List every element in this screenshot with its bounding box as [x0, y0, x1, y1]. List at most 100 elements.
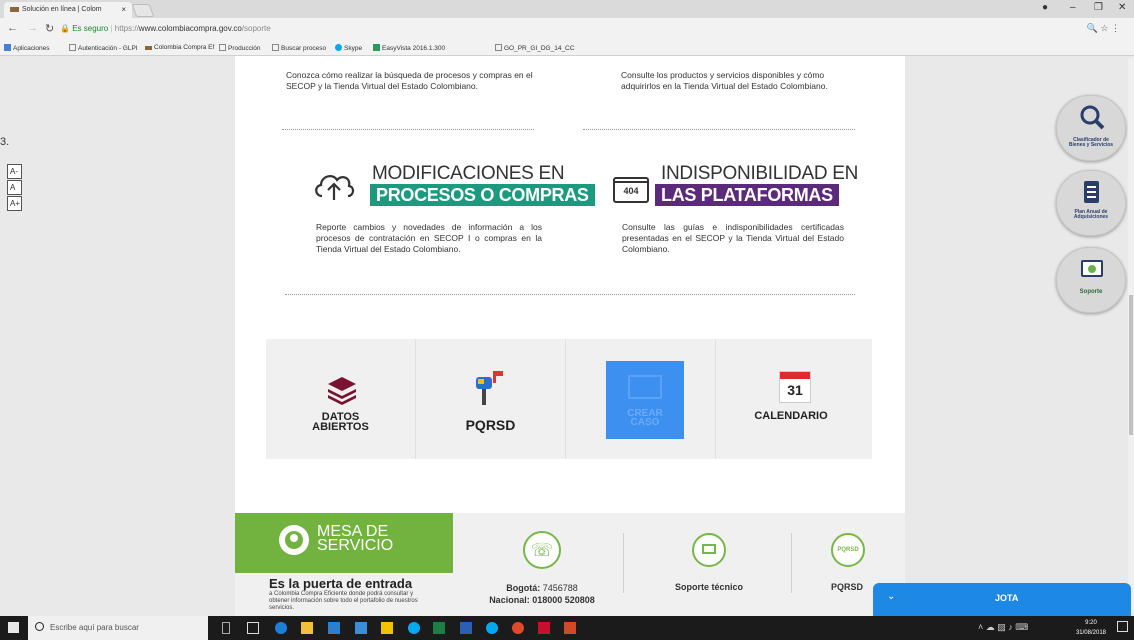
restore-icon[interactable]: ❐: [1094, 2, 1103, 13]
feature-title: INDISPONIBILIDAD EN: [661, 163, 859, 184]
chat-title: JOTA: [995, 593, 1019, 603]
tab-bar: Solución en línea | Colom × ● – ❐ ✕: [0, 0, 1134, 18]
people-icon[interactable]: [355, 622, 367, 634]
crear-caso-highlight: CREAR CASO: [606, 361, 684, 439]
page-icon: [69, 44, 76, 51]
feature-banner: PROCESOS O COMPRAS: [370, 184, 595, 206]
skype-business-icon[interactable]: [486, 622, 498, 634]
tile-crear-caso[interactable]: CREAR CASO: [566, 339, 716, 459]
windows-taskbar: Escribe aquí para buscar ˄ ☁ ▨ ♪ ⌨ 9:20 …: [0, 616, 1134, 640]
document-icon: [1084, 181, 1099, 203]
mic-icon[interactable]: [222, 622, 230, 634]
jota-chat-widget[interactable]: ⌄ JOTA: [873, 583, 1131, 616]
taskbar-clock[interactable]: 9:20 31/08/2018: [1076, 618, 1106, 638]
phone-icon[interactable]: ☏: [523, 531, 561, 569]
back-icon[interactable]: ←: [7, 22, 18, 34]
window-close-icon[interactable]: ✕: [1118, 2, 1126, 13]
tile-label: CALENDARIO: [754, 410, 828, 422]
chevron-down-icon[interactable]: ⌄: [887, 591, 895, 602]
chrome-icon[interactable]: [512, 622, 524, 634]
new-tab-button[interactable]: [131, 4, 155, 17]
divider: [285, 294, 855, 295]
support-person-icon: [279, 525, 309, 555]
system-tray-icons[interactable]: ˄ ☁ ▨ ♪ ⌨: [978, 622, 1028, 633]
excel-icon[interactable]: [433, 622, 445, 634]
font-increase-button[interactable]: A+: [7, 196, 22, 211]
browser-tab[interactable]: Solución en línea | Colom ×: [4, 2, 132, 18]
plan-anual-button[interactable]: Plan Anual de Adquisiciones: [1056, 170, 1126, 236]
bookmark-skype[interactable]: Skype: [335, 44, 362, 52]
file-explorer-icon[interactable]: [301, 622, 313, 634]
magnifier-icon: [1080, 105, 1105, 130]
tab-close-icon[interactable]: ×: [121, 5, 126, 14]
bookmark-apps[interactable]: Aplicaciones: [4, 44, 50, 52]
feature-modificaciones-heading: MODIFICACIONES EN PROCESOS O COMPRAS: [370, 164, 595, 206]
cloud-upload-icon: [315, 175, 355, 200]
apps-grid-icon: [4, 44, 11, 51]
pqrsd-icon[interactable]: PQRSD: [831, 533, 865, 567]
bookmark-easyvista[interactable]: EasyVista 2016.1.300: [373, 44, 445, 52]
divider: [623, 533, 624, 593]
feature-banner: LAS PLATAFORMAS: [655, 184, 839, 206]
font-decrease-button[interactable]: A-: [7, 164, 22, 179]
search-placeholder: Escribe aquí para buscar: [50, 623, 139, 632]
acrobat-icon[interactable]: [538, 622, 550, 634]
soporte-tecnico-label[interactable]: Soporte técnico: [655, 582, 763, 592]
tile-pqrsd[interactable]: PQRSD: [416, 339, 566, 459]
clasificador-button[interactable]: Clasificador de Bienes y Servicios: [1056, 95, 1126, 161]
bookmarks-bar: Aplicaciones Autenticación - GLPI Colomb…: [0, 40, 1134, 56]
sticky-icon[interactable]: [381, 622, 393, 634]
case-form-icon: [628, 375, 662, 399]
bookmark-go-pr[interactable]: GO_PR_GI_DG_14_CC: [495, 44, 574, 52]
pqrsd-label[interactable]: PQRSD: [817, 582, 877, 592]
profile-icon[interactable]: ●: [1042, 2, 1048, 13]
intro-right-text: Consulte los productos y servicios dispo…: [621, 70, 828, 91]
page-icon: [219, 44, 226, 51]
divider: [791, 533, 792, 593]
windows-start-icon[interactable]: [8, 622, 19, 633]
layers-icon: [328, 377, 356, 405]
edge-icon[interactable]: [275, 622, 287, 634]
bookmark-glpi[interactable]: Autenticación - GLPI: [69, 44, 138, 52]
divider: [583, 129, 855, 130]
bookmark-produccion[interactable]: Producción: [219, 44, 261, 52]
soporte-button[interactable]: Soporte: [1056, 247, 1126, 313]
intro-left-text: Conozca cómo realizar la búsqueda de pro…: [286, 70, 533, 91]
font-size-controls: A- A A+: [7, 164, 22, 212]
support-screen-icon[interactable]: [692, 533, 726, 567]
page-icon: [495, 44, 502, 51]
feature-indisponibilidad-heading: INDISPONIBILIDAD EN LAS PLATAFORMAS: [655, 164, 858, 206]
scrollbar-thumb[interactable]: [1129, 295, 1133, 435]
reload-icon[interactable]: ↻: [45, 22, 54, 35]
skype-taskbar-icon[interactable]: [408, 622, 420, 634]
calendar-icon: 31: [779, 371, 811, 403]
forward-icon[interactable]: →: [27, 22, 38, 34]
main-content: Conozca cómo realizar la búsqueda de pro…: [235, 56, 905, 616]
url-path: /soporte: [241, 24, 271, 33]
bookmark-buscar-proceso[interactable]: Buscar proceso: [272, 44, 326, 52]
support-screen-icon: [1081, 260, 1103, 277]
taskbar-search[interactable]: Escribe aquí para buscar: [28, 616, 208, 640]
footer-heading: Es la puerta de entrada: [269, 576, 413, 591]
task-view-icon[interactable]: [247, 622, 259, 634]
store-icon[interactable]: [328, 622, 340, 634]
url-field[interactable]: 🔒 Es seguro | https://www.colombiacompra…: [60, 21, 1100, 37]
minimize-icon[interactable]: –: [1070, 2, 1076, 13]
mesa-title: SERVICIO: [317, 537, 394, 554]
powerpoint-icon[interactable]: [564, 622, 576, 634]
tile-calendario[interactable]: 31 CALENDARIO: [716, 339, 866, 459]
mesa-description: Es la puerta de entrada a Colombia Compr…: [269, 573, 453, 612]
mailbox-icon: [476, 371, 503, 405]
notifications-icon[interactable]: [1117, 621, 1128, 632]
font-reset-button[interactable]: A: [7, 180, 22, 195]
zoom-star-menu-icons[interactable]: 🔍 ☆ ⋮: [1087, 23, 1120, 34]
tile-datos-abiertos[interactable]: DATOS ABIERTOS: [266, 339, 416, 459]
page-icon: [272, 44, 279, 51]
bookmark-colombia-compra[interactable]: Colombia Compra Ef: [145, 44, 214, 51]
footer-subtext: a Colombia Compra Eficiente donde podrá …: [269, 591, 418, 611]
word-icon[interactable]: [460, 622, 472, 634]
cortana-icon: [35, 622, 44, 631]
feature-indisponibilidad-text: Consulte las guías e indisponibilidades …: [622, 222, 844, 254]
error-404-icon: 404: [613, 177, 649, 203]
service-tiles: DATOS ABIERTOS PQRSD CREAR CASO 31 CALEN…: [266, 339, 872, 459]
